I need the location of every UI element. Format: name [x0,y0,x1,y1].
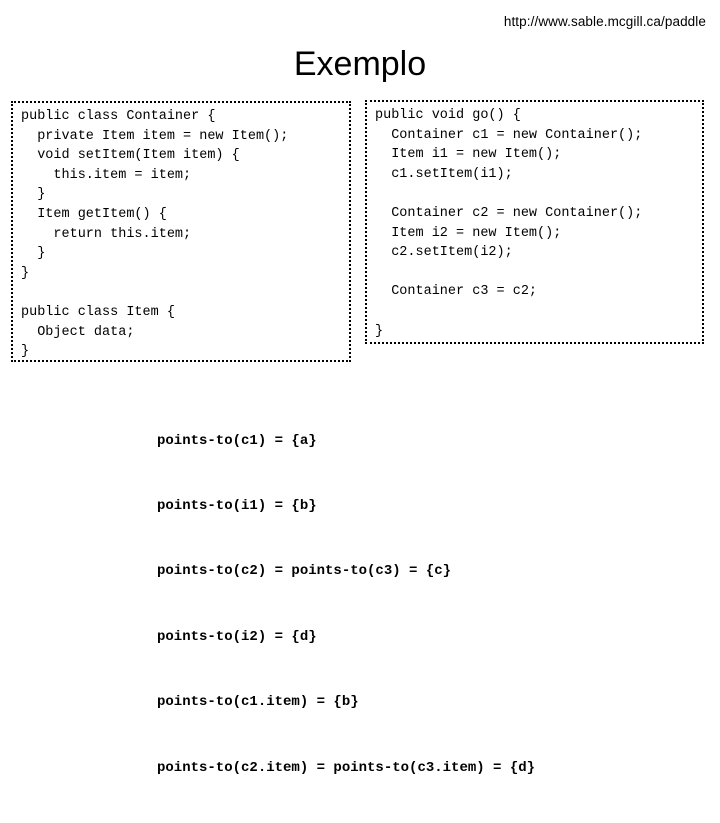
page-title: Exemplo [293,45,427,83]
points-to-line: points-to(c2.item) = points-to(c3.item) … [157,759,536,776]
code-text-right: public void go() { Container c1 = new Co… [375,108,643,339]
points-to-line: points-to(i1) = {b} [157,497,317,514]
points-to-line: points-to(c1.item) = {b} [157,694,359,711]
points-to-line: points-to(c1) = {a} [157,432,317,449]
code-text-left: public class Container { private Item it… [21,109,289,360]
code-block-class-definitions: public class Container { private Item it… [11,101,351,362]
points-to-analysis-list: points-to(c1) = {a} points-to(i1) = {b} … [157,387,535,823]
points-to-line: points-to(i2) = {d} [157,628,317,645]
code-block-go-method: public void go() { Container c1 = new Co… [365,100,704,344]
slide-canvas: http://www.sable.mcgill.ca/paddle Exempl… [0,0,720,776]
header-url: http://www.sable.mcgill.ca/paddle [503,14,706,29]
points-to-line: points-to(c2) = points-to(c3) = {c} [157,563,452,580]
